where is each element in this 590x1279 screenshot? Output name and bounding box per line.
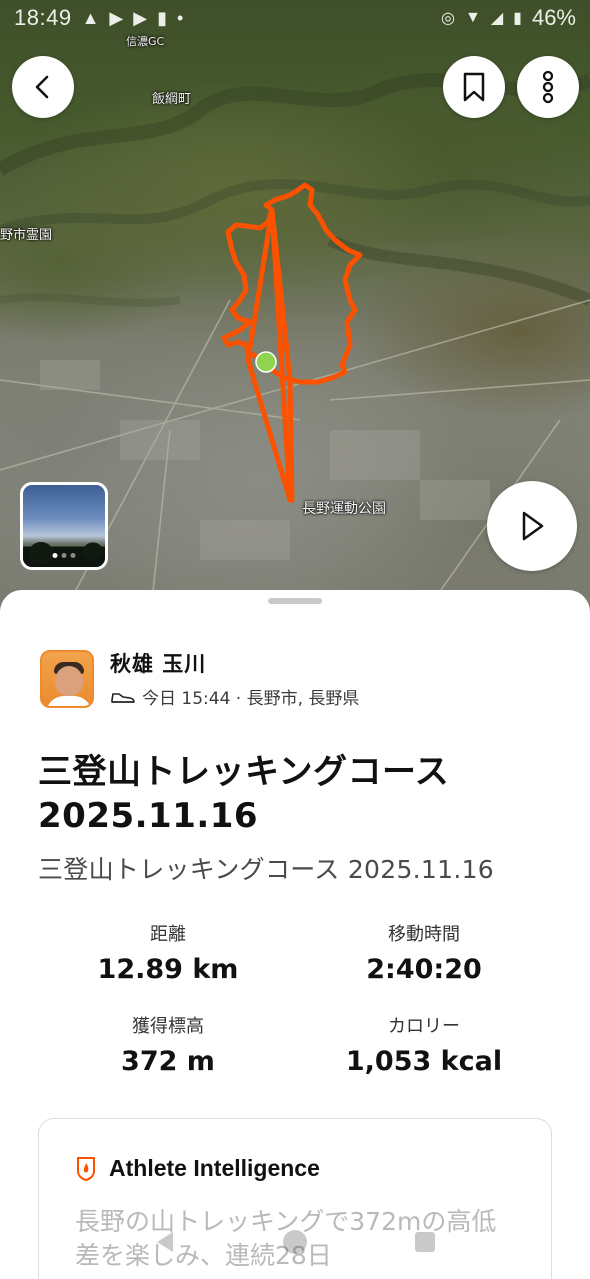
status-notification-icons: ▲ ▶ ▶ ▮ • <box>82 9 184 27</box>
alarm-icon: ◎ <box>441 10 455 27</box>
nav-recents-icon[interactable] <box>413 1230 437 1254</box>
stat-label: 獲得標高 <box>132 1016 204 1037</box>
wifi-icon: ▼ <box>464 9 481 26</box>
activity-title: 三登山トレッキングコース 2025.11.16 <box>38 752 450 836</box>
athlete-name[interactable]: 秋雄 玉川 <box>110 648 359 678</box>
stat-label: 移動時間 <box>388 924 460 945</box>
map-label-town: 飯綱町 <box>152 92 192 107</box>
stat-moving-time: 移動時間 2:40:20 <box>296 920 552 985</box>
status-system-icons: ◎ ▼ ◢ ▮ 46% <box>441 5 576 31</box>
battery-icon: ▮ <box>513 10 522 27</box>
athlete-intelligence-icon <box>77 1156 95 1181</box>
youtube-icon: ▶ <box>109 8 124 28</box>
activity-meta: 今日 15:44 · 長野市, 長野県 <box>142 689 360 709</box>
stat-value: 1,053 kcal <box>345 1046 503 1077</box>
youtube-icon: ▶ <box>133 8 148 28</box>
stat-calories: カロリー 1,053 kcal <box>296 1012 552 1077</box>
clipboard-icon: ▮ <box>157 8 167 28</box>
bookmark-button[interactable] <box>443 56 505 118</box>
map-label-golf: 信濃GC <box>126 35 165 48</box>
stat-value: 2:40:20 <box>366 954 482 985</box>
play-flyover-button[interactable] <box>487 481 577 571</box>
stat-value: 372 m <box>121 1046 215 1077</box>
athlete-intelligence-title: Athlete Intelligence <box>109 1155 320 1181</box>
map-label-cemetery: 野市霊園 <box>0 228 53 243</box>
athlete-header[interactable]: 秋雄 玉川 今日 15:44 · 長野市, 長野県 <box>40 648 359 709</box>
stat-elevation-gain: 獲得標高 372 m <box>40 1012 296 1077</box>
map-label-park: 長野運動公園 <box>302 501 386 517</box>
more-options-button[interactable] <box>517 56 579 118</box>
stat-label: 距離 <box>150 924 186 945</box>
current-position-marker <box>255 351 277 373</box>
chevron-left-icon <box>35 75 49 99</box>
system-nav-bar <box>0 1205 590 1279</box>
stat-distance: 距離 12.89 km <box>40 920 296 985</box>
status-time: 18:49 <box>14 5 72 30</box>
play-icon <box>522 511 544 541</box>
nav-home-icon[interactable] <box>282 1229 308 1255</box>
warning-icon: ▲ <box>81 8 100 28</box>
activity-photo-thumbnail[interactable] <box>20 482 108 570</box>
battery-percent: 46% <box>531 5 576 30</box>
more-vertical-icon <box>542 70 554 104</box>
avatar[interactable] <box>40 649 94 708</box>
nav-back-icon[interactable] <box>153 1229 177 1255</box>
dot-icon: • <box>176 8 184 28</box>
activity-description: 三登山トレッキングコース 2025.11.16 <box>38 855 494 884</box>
stat-label: カロリー <box>388 1016 460 1037</box>
activity-detail-sheet: 秋雄 玉川 今日 15:44 · 長野市, 長野県 三登山トレッキングコース 2… <box>0 590 590 1279</box>
shoe-icon <box>110 689 136 705</box>
bookmark-icon <box>463 72 485 102</box>
back-button[interactable] <box>12 56 74 118</box>
photo-page-dots <box>52 553 76 558</box>
stat-value: 12.89 km <box>97 954 239 985</box>
photo-tree-silhouette <box>23 533 105 567</box>
signal-icon: ◢ <box>490 10 504 27</box>
sheet-grabber[interactable] <box>268 598 322 604</box>
status-bar: 18:49 ▲ ▶ ▶ ▮ • ◎ ▼ ◢ ▮ 46% <box>0 0 590 36</box>
route-map[interactable]: 18:49 ▲ ▶ ▶ ▮ • ◎ ▼ ◢ ▮ 46% 信濃GC 飯綱町 野市霊… <box>0 0 590 620</box>
